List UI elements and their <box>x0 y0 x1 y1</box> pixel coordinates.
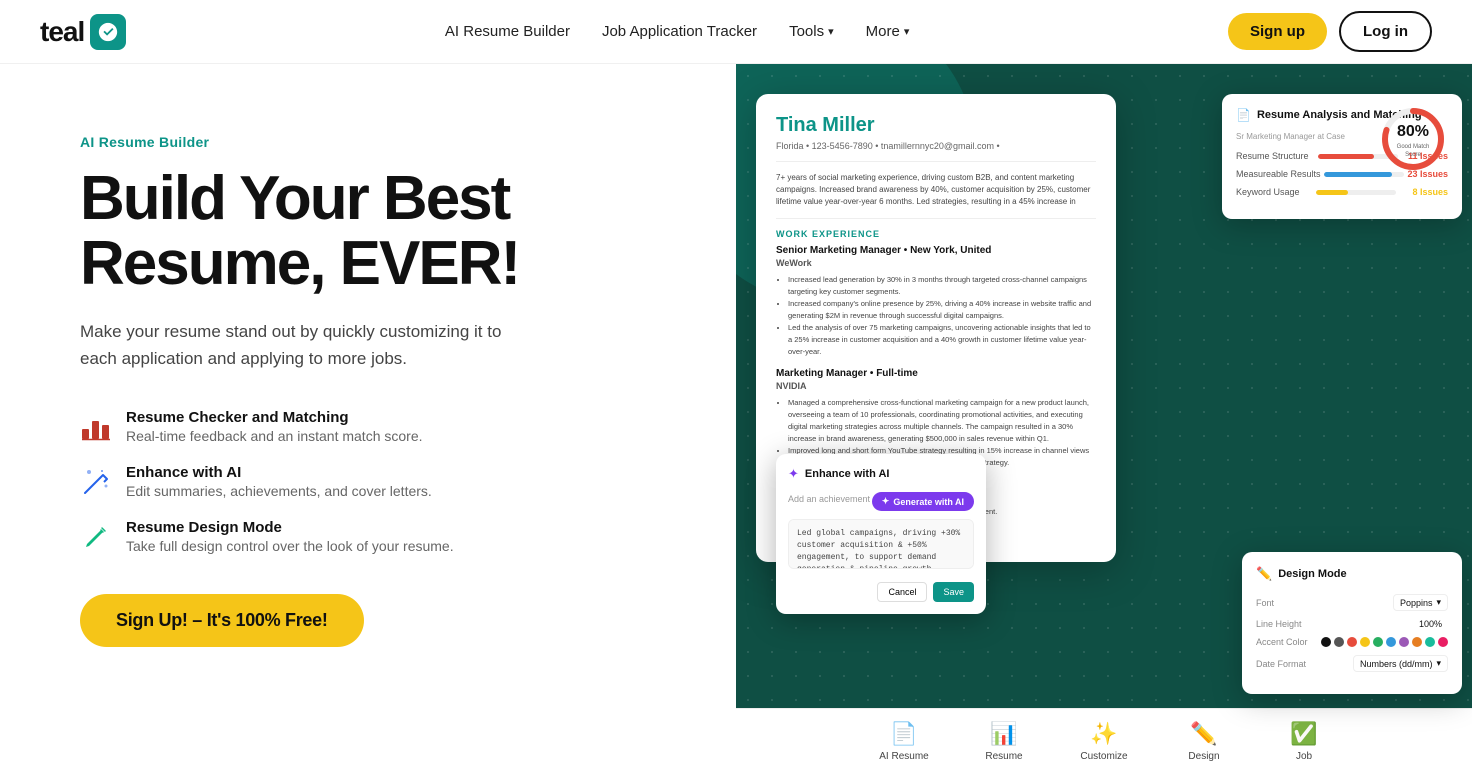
generate-button[interactable]: ✦ Generate with AI <box>872 492 974 511</box>
color-dot-purple[interactable] <box>1399 637 1409 647</box>
feature-text-design: Resume Design Mode Take full design cont… <box>126 519 454 554</box>
enhance-header: ✦ Enhance with AI <box>788 466 974 482</box>
job-title-2: Marketing Manager • Full-time <box>776 368 1096 379</box>
score-ring-svg: 80% Good Match Score <box>1378 104 1448 174</box>
color-dot-yellow[interactable] <box>1360 637 1370 647</box>
nav-link-more[interactable]: More ▾ <box>866 23 910 40</box>
company-2: NVIDIA <box>776 381 1096 391</box>
hero-section: AI Resume Builder Build Your Best Resume… <box>0 64 1472 774</box>
save-button[interactable]: Save <box>933 582 974 602</box>
resume-contact: Florida • 123-5456-7890 • tnamillernnyc2… <box>776 141 1096 162</box>
svg-text:Score: Score <box>1405 152 1421 158</box>
cta-button[interactable]: Sign Up! – It's 100% Free! <box>80 594 364 647</box>
company-1: WeWork <box>776 258 1096 268</box>
hero-title: Build Your Best Resume, EVER! <box>80 166 676 296</box>
feature-item-checker: Resume Checker and Matching Real-time fe… <box>80 409 676 444</box>
color-dot-black[interactable] <box>1321 637 1331 647</box>
tab-job[interactable]: ✅ Job <box>1254 709 1354 774</box>
font-select[interactable]: Poppins ▾ <box>1393 594 1448 611</box>
navbar: teal AI Resume Builder Job Application T… <box>0 0 1472 64</box>
nav-links: AI Resume Builder Job Application Tracke… <box>445 23 909 40</box>
pencil-icon <box>80 521 112 553</box>
color-dot-red[interactable] <box>1347 637 1357 647</box>
design-mode-card: ✏️ Design Mode Font Poppins ▾ Line Heigh… <box>1242 552 1462 694</box>
document-icon: 📄 <box>890 721 917 747</box>
nav-link-job-tracker[interactable]: Job Application Tracker <box>602 23 757 40</box>
work-section-label: WORK EXPERIENCE <box>776 229 1096 239</box>
sparkle-icon: ✨ <box>1090 721 1117 747</box>
bar-bg-3 <box>1316 190 1396 195</box>
feature-list: Resume Checker and Matching Real-time fe… <box>80 409 676 554</box>
tab-ai-resume[interactable]: 📄 AI Resume <box>854 709 954 774</box>
feature-text-checker: Resume Checker and Matching Real-time fe… <box>126 409 423 444</box>
feature-item-ai: Enhance with AI Edit summaries, achievem… <box>80 464 676 499</box>
nav-link-tools[interactable]: Tools ▾ <box>789 23 834 40</box>
pencil-icon: ✏️ <box>1190 721 1217 747</box>
color-dot-green[interactable] <box>1373 637 1383 647</box>
color-dot-gray[interactable] <box>1334 637 1344 647</box>
hero-label: AI Resume Builder <box>80 134 676 150</box>
hero-subtitle: Make your resume stand out by quickly cu… <box>80 318 510 372</box>
design-row-accent: Accent Color <box>1256 637 1448 647</box>
color-picker[interactable] <box>1321 637 1448 647</box>
document-icon: 📄 <box>1236 108 1251 122</box>
tab-resume[interactable]: 📊 Resume <box>954 709 1054 774</box>
color-dot-pink[interactable] <box>1438 637 1448 647</box>
bar-fill-1 <box>1318 154 1374 159</box>
chevron-down-icon: ▾ <box>828 25 834 38</box>
signup-button[interactable]: Sign up <box>1228 13 1327 50</box>
enhance-title: Enhance with AI <box>805 468 890 480</box>
checkbox-icon: ✅ <box>1290 721 1317 747</box>
generate-row: Add an achievement ✦ Generate with AI <box>788 492 974 511</box>
analysis-card: 📄 Resume Analysis and Matching 80% Good … <box>1222 94 1462 219</box>
cancel-button[interactable]: Cancel <box>877 582 927 602</box>
nav-actions: Sign up Log in <box>1228 11 1432 52</box>
enhance-actions: Cancel Save <box>788 582 974 602</box>
tab-customize[interactable]: ✨ Customize <box>1054 709 1154 774</box>
nav-link-ai-resume[interactable]: AI Resume Builder <box>445 23 570 40</box>
enhance-card: ✦ Enhance with AI Add an achievement ✦ G… <box>776 454 986 614</box>
bar-fill-3 <box>1316 190 1348 195</box>
logo-text: teal <box>40 16 84 48</box>
role-label: Sr Marketing Manager at Case <box>1236 132 1376 141</box>
chevron-down-icon: ▾ <box>904 25 910 38</box>
bar-chart-icon: 📊 <box>990 721 1017 747</box>
design-row-dateformat: Date Format Numbers (dd/mm) ▾ <box>1256 655 1448 672</box>
color-dot-teal[interactable] <box>1425 637 1435 647</box>
feature-text-ai: Enhance with AI Edit summaries, achievem… <box>126 464 432 499</box>
enhance-textarea[interactable]: Led global campaigns, driving +30% custo… <box>788 519 974 569</box>
resume-name: Tina Miller <box>776 114 1096 137</box>
svg-text:80%: 80% <box>1397 123 1429 140</box>
design-title: Design Mode <box>1278 568 1346 580</box>
svg-text:Good Match: Good Match <box>1397 144 1430 150</box>
job-bullets-1: Increased lead generation by 30% in 3 mo… <box>776 274 1096 358</box>
bottom-tabs: 📄 AI Resume 📊 Resume ✨ Customize ✏️ Desi… <box>736 708 1472 774</box>
design-row-lineheight: Line Height 100% <box>1256 619 1448 629</box>
score-circle: 80% Good Match Score <box>1378 104 1448 174</box>
chevron-down-icon: ▾ <box>1436 658 1441 669</box>
color-dot-blue[interactable] <box>1386 637 1396 647</box>
sparkle-icon: ✦ <box>788 466 799 482</box>
chevron-down-icon: ▾ <box>1436 597 1441 608</box>
logo-icon <box>90 14 126 50</box>
login-button[interactable]: Log in <box>1339 11 1432 52</box>
logo[interactable]: teal <box>40 14 126 50</box>
line-height-slider[interactable]: 100% <box>1419 619 1448 629</box>
design-row-font: Font Poppins ▾ <box>1256 594 1448 611</box>
color-dot-orange[interactable] <box>1412 637 1422 647</box>
resume-summary: 7+ years of social marketing experience,… <box>776 172 1096 219</box>
edit-icon: ✏️ <box>1256 566 1272 582</box>
design-header: ✏️ Design Mode <box>1256 566 1448 582</box>
tab-design[interactable]: ✏️ Design <box>1154 709 1254 774</box>
feature-item-design: Resume Design Mode Take full design cont… <box>80 519 676 554</box>
job-title-1: Senior Marketing Manager • New York, Uni… <box>776 245 1096 256</box>
bar-chart-icon <box>80 411 112 443</box>
hero-left: AI Resume Builder Build Your Best Resume… <box>0 64 736 774</box>
dateformat-select[interactable]: Numbers (dd/mm) ▾ <box>1353 655 1448 672</box>
enhance-label: Add an achievement <box>788 494 870 504</box>
wand-icon <box>80 466 112 498</box>
logo-svg <box>97 21 119 43</box>
analysis-row-3: Keyword Usage 8 Issues <box>1236 187 1448 197</box>
hero-right: Tina Miller Florida • 123-5456-7890 • tn… <box>736 64 1472 774</box>
